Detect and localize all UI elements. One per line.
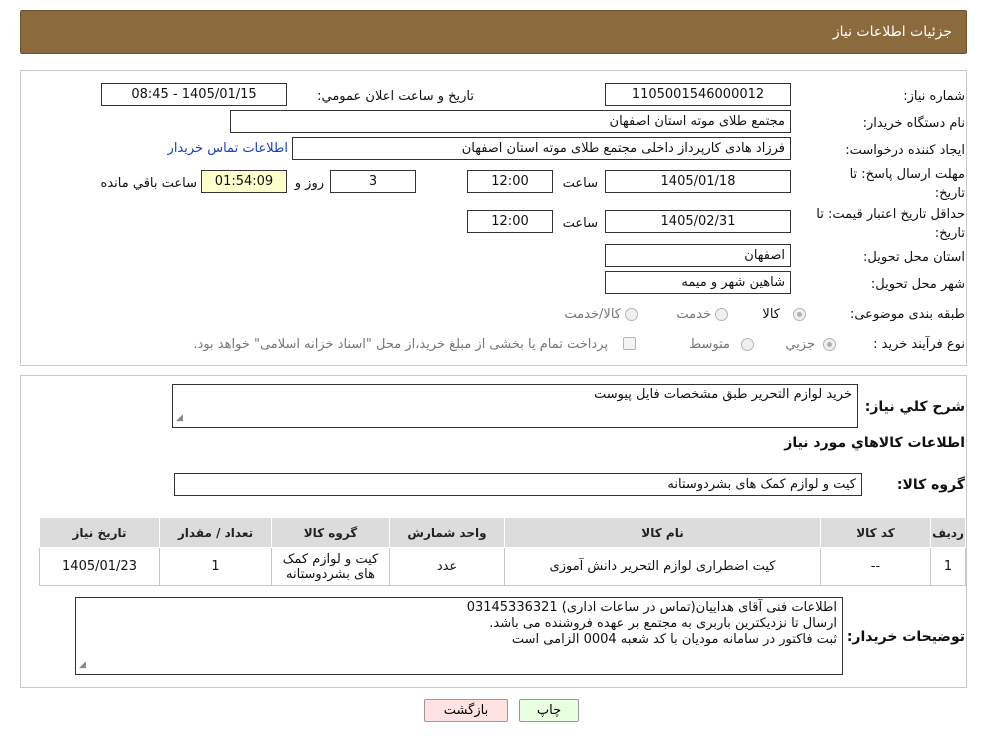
buyer-field: مجتمع طلای موته استان اصفهان — [230, 110, 791, 133]
col-quantity: تعداد / مقدار — [159, 517, 272, 548]
city-label: شهر محل تحویل: — [870, 277, 965, 292]
category-option-goods: کالا — [762, 307, 780, 322]
goods-section-title: اطلاعات کالاهاي مورد نياز — [784, 435, 965, 451]
category-radio-service[interactable] — [715, 308, 728, 321]
city-field: شاهین شهر و میمه — [605, 271, 791, 294]
deadline-date-field: 1405/01/18 — [605, 170, 791, 193]
deadline-time-field: 12:00 — [467, 170, 553, 193]
col-row-number: رديف — [930, 517, 966, 548]
resize-grip-icon: ◢ — [79, 660, 86, 670]
deadline-time-label: ساعت — [562, 176, 598, 191]
col-unit: واحد شمارش — [389, 517, 505, 548]
goods-group-field: کیت و لوازم کمک های بشردوستانه — [174, 473, 862, 496]
category-radio-goods[interactable] — [793, 308, 806, 321]
process-option-minor: جزيي — [785, 337, 815, 352]
days-label: روز و — [294, 176, 324, 191]
category-radio-goods-service[interactable] — [625, 308, 638, 321]
province-field: اصفهان — [605, 244, 791, 267]
need-number-field: 1105001546000012 — [605, 83, 791, 106]
province-label: استان محل تحویل: — [863, 250, 965, 265]
buyer-notes-line: اطلاعات فنی آقای هداییان(تماس در ساعات ا… — [466, 600, 837, 615]
cell-goods-group: کیت و لوازم کمک های بشردوستانه — [271, 547, 390, 586]
process-label: نوع فرآیند خرید : — [873, 337, 965, 352]
table-row: 1 -- کیت اضطراری لوازم التحریر دانش آموز… — [39, 547, 966, 586]
validity-time-field: 12:00 — [467, 210, 553, 233]
goods-group-label: گروه کالا: — [896, 477, 965, 493]
buyer-notes-label: توضیحات خریدار: — [846, 629, 965, 645]
back-button[interactable]: بازگشت — [424, 699, 508, 722]
validity-label: حداقل تاریخ اعتبار قیمت: تا تاریخ: — [816, 207, 965, 241]
validity-date-field: 1405/02/31 — [605, 210, 791, 233]
cell-goods-code: -- — [820, 547, 931, 586]
goods-table-header: رديف کد کالا نام کالا واحد شمارش گروه کا… — [39, 517, 966, 548]
announce-datetime-field: 1405/01/15 - 08:45 — [101, 83, 287, 106]
summary-textarea[interactable]: خرید لوازم التحریر طبق مشخصات فایل پیوست… — [172, 384, 858, 428]
summary-label: شرح کلي نياز: — [864, 399, 965, 415]
announce-label: تاریخ و ساعت اعلان عمومي: — [317, 89, 474, 104]
buyer-notes-line: ثبت فاکتور در سامانه مودیان با کد شعبه 0… — [511, 632, 837, 647]
summary-text: خرید لوازم التحریر طبق مشخصات فایل پیوست — [593, 387, 852, 402]
buyer-notes-textarea[interactable]: اطلاعات فنی آقای هداییان(تماس در ساعات ا… — [75, 597, 843, 675]
deadline-label: مهلت ارسال پاسخ: تا تاریخ: — [849, 167, 965, 201]
category-option-goods-service: کالا/خدمت — [564, 307, 621, 322]
validity-time-label: ساعت — [562, 216, 598, 231]
process-radio-medium[interactable] — [741, 338, 754, 351]
col-goods-name: نام کالا — [504, 517, 821, 548]
treasury-payment-checkbox[interactable] — [623, 337, 636, 350]
process-option-medium: متوسط — [689, 337, 730, 352]
page-title: جزئیات اطلاعات نیاز — [832, 24, 952, 40]
need-number-label: شماره نیاز: — [903, 89, 965, 104]
process-radio-minor[interactable] — [823, 338, 836, 351]
cell-unit: عدد — [389, 547, 505, 586]
goods-table: رديف کد کالا نام کالا واحد شمارش گروه کا… — [39, 517, 966, 586]
buyer-notes-line: ارسال تا نزدیکترین باربری به مجتمع بر عه… — [489, 616, 837, 631]
creator-label: ایجاد کننده درخواست: — [845, 143, 965, 158]
buyer-contact-link[interactable]: اطلاعات تماس خریدار — [168, 141, 288, 156]
countdown-timer: 01:54:09 — [201, 170, 287, 193]
buyer-label: نام دستگاه خریدار: — [862, 116, 965, 131]
col-goods-code: کد کالا — [820, 517, 931, 548]
cell-need-date: 1405/01/23 — [39, 547, 160, 586]
cell-row-number: 1 — [930, 547, 966, 586]
print-button[interactable]: چاپ — [519, 699, 579, 722]
creator-field: فرزاد هادی کارپرداز داخلی مجتمع طلای موت… — [292, 137, 791, 160]
remaining-label: ساعت باقي مانده — [100, 176, 197, 191]
page-header: جزئیات اطلاعات نیاز — [20, 10, 967, 54]
cell-quantity: 1 — [159, 547, 272, 586]
col-goods-group: گروه کالا — [271, 517, 390, 548]
treasury-payment-note: پرداخت تمام یا بخشی از مبلغ خرید،از محل … — [193, 337, 608, 352]
days-remaining-field: 3 — [330, 170, 416, 193]
col-need-date: تاریخ نیاز — [39, 517, 160, 548]
category-option-service: خدمت — [676, 307, 711, 322]
category-label: طبقه بندی موضوعی: — [849, 307, 965, 322]
cell-goods-name: کیت اضطراری لوازم التحریر دانش آموزی — [504, 547, 821, 586]
resize-grip-icon: ◢ — [176, 413, 183, 423]
